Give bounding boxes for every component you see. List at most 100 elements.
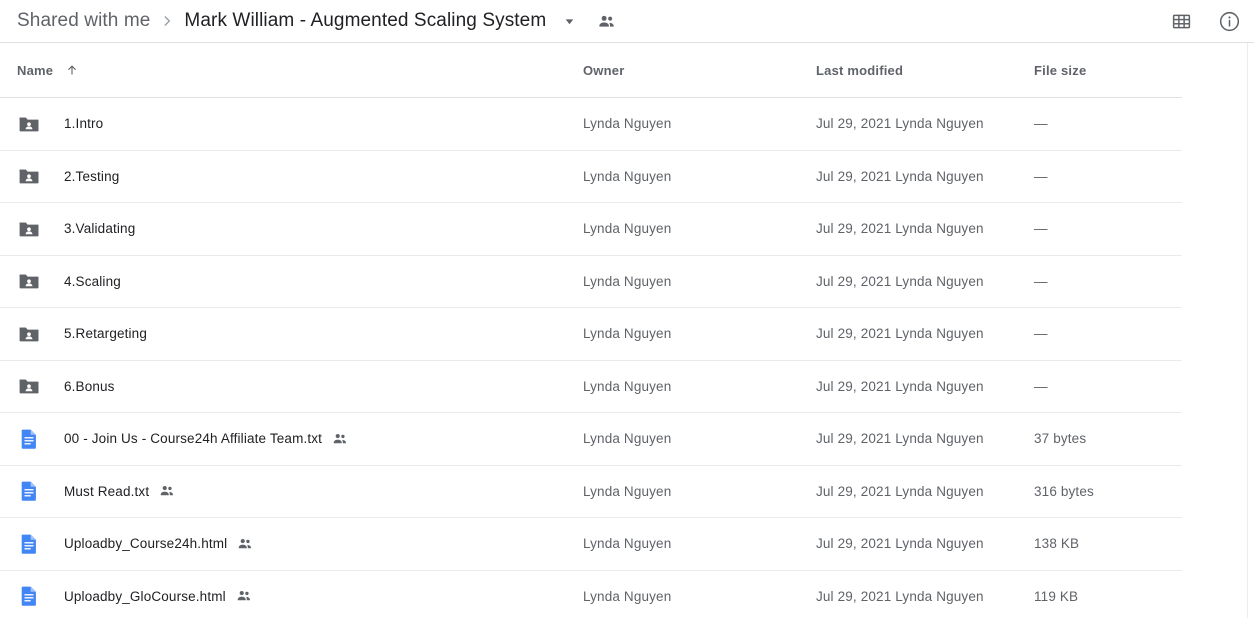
breadcrumb-root[interactable]: Shared with me: [17, 10, 150, 32]
table-row[interactable]: 5.Retargeting Lynda Nguyen Jul 29, 2021 …: [0, 308, 1182, 361]
row-file-size-cell: 119 KB: [1034, 588, 1079, 604]
document-icon: [21, 429, 36, 449]
document-icon: [17, 584, 41, 608]
toolbar-actions: [1168, 0, 1242, 43]
row-owner-cell: Lynda Nguyen: [583, 536, 672, 552]
table-row[interactable]: 3.Validating Lynda Nguyen Jul 29, 2021 L…: [0, 203, 1182, 256]
row-name-cell: 00 - Join Us - Course24h Affiliate Team.…: [0, 427, 583, 451]
people-icon[interactable]: [594, 9, 618, 33]
document-icon: [17, 532, 41, 556]
document-icon: [17, 479, 41, 503]
row-last-modified-cell: Jul 29, 2021 Lynda Nguyen: [816, 116, 1034, 131]
modified-by: Lynda Nguyen: [895, 273, 984, 289]
breadcrumb-current-folder[interactable]: Mark William - Augmented Scaling System: [184, 10, 546, 32]
file-rows: 1.Intro Lynda Nguyen Jul 29, 2021 Lynda …: [0, 98, 1254, 618]
row-file-size-cell: —: [1034, 116, 1048, 132]
row-last-modified-cell: Jul 29, 2021 Lynda Nguyen: [816, 484, 1034, 499]
row-owner-cell: Lynda Nguyen: [583, 168, 672, 184]
table-row[interactable]: 4.Scaling Lynda Nguyen Jul 29, 2021 Lynd…: [0, 256, 1182, 308]
table-row[interactable]: 2.Testing Lynda Nguyen Jul 29, 2021 Lynd…: [0, 151, 1182, 203]
modified-date: Jul 29, 2021: [816, 221, 892, 237]
table-row[interactable]: Must Read.txt Lynda Nguyen Jul 29, 2021 …: [0, 466, 1182, 518]
column-header-owner[interactable]: Owner: [583, 63, 816, 78]
row-name-cell: Uploadby_GloCourse.html: [0, 584, 583, 608]
file-name-label: 6.Bonus: [64, 378, 115, 394]
shared-badge-icon: [159, 483, 175, 499]
shared-folder-icon: [19, 327, 39, 342]
row-file-size-cell: —: [1034, 221, 1048, 237]
table-row[interactable]: 00 - Join Us - Course24h Affiliate Team.…: [0, 413, 1182, 466]
column-header-file-size[interactable]: File size: [1034, 63, 1182, 78]
shared-folder-icon: [19, 379, 39, 394]
row-last-modified-cell: Jul 29, 2021 Lynda Nguyen: [816, 431, 1034, 446]
scroll-gutter[interactable]: [1247, 43, 1254, 618]
row-owner-cell: Lynda Nguyen: [583, 116, 672, 132]
document-icon: [21, 534, 36, 554]
modified-by: Lynda Nguyen: [895, 168, 984, 184]
shared-folder-icon: [19, 274, 39, 289]
file-name-label: 4.Scaling: [64, 273, 121, 289]
file-name-label: Uploadby_GloCourse.html: [64, 588, 226, 604]
row-name-cell: 2.Testing: [0, 164, 583, 188]
row-name-cell: 4.Scaling: [0, 269, 583, 293]
grid-view-icon[interactable]: [1168, 9, 1194, 35]
column-header-last-modified[interactable]: Last modified: [816, 63, 1034, 78]
breadcrumb-bar: Shared with me Mark William - Augmented …: [0, 0, 1254, 43]
chevron-right-icon: [150, 9, 184, 33]
file-name-label: 1.Intro: [64, 116, 104, 132]
modified-date: Jul 29, 2021: [816, 326, 892, 342]
shared-badge-icon: [236, 588, 252, 604]
row-name-cell: 3.Validating: [0, 217, 583, 241]
row-name-cell: 1.Intro: [0, 112, 583, 136]
info-circle-icon[interactable]: [1216, 9, 1242, 35]
row-last-modified-cell: Jul 29, 2021 Lynda Nguyen: [816, 536, 1034, 551]
document-icon: [21, 586, 36, 606]
file-name-label: 3.Validating: [64, 221, 136, 237]
file-name-label: Uploadby_Course24h.html: [64, 536, 228, 552]
shared-folder-icon: [17, 164, 41, 188]
column-header-name-label: Name: [17, 62, 54, 78]
chevron-down-icon[interactable]: [558, 10, 580, 32]
modified-date: Jul 29, 2021: [816, 431, 892, 447]
row-file-size-cell: —: [1034, 326, 1048, 342]
table-row[interactable]: 1.Intro Lynda Nguyen Jul 29, 2021 Lynda …: [0, 98, 1182, 151]
modified-by: Lynda Nguyen: [895, 588, 984, 604]
row-last-modified-cell: Jul 29, 2021 Lynda Nguyen: [816, 589, 1034, 604]
row-file-size-cell: 138 KB: [1034, 536, 1080, 552]
row-last-modified-cell: Jul 29, 2021 Lynda Nguyen: [816, 326, 1034, 341]
file-name-label: 5.Retargeting: [64, 326, 148, 342]
modified-by: Lynda Nguyen: [895, 536, 984, 552]
shared-folder-icon: [17, 374, 41, 398]
modified-date: Jul 29, 2021: [816, 168, 892, 184]
row-name-cell: Must Read.txt: [0, 479, 583, 503]
row-last-modified-cell: Jul 29, 2021 Lynda Nguyen: [816, 274, 1034, 289]
row-owner-cell: Lynda Nguyen: [583, 221, 672, 237]
table-row[interactable]: Uploadby_Course24h.html Lynda Nguyen Jul…: [0, 518, 1182, 571]
table-row[interactable]: 6.Bonus Lynda Nguyen Jul 29, 2021 Lynda …: [0, 361, 1182, 413]
row-name-cell: Uploadby_Course24h.html: [0, 532, 583, 556]
column-header-row: Name Owner Last modified File size: [0, 43, 1182, 98]
row-owner-cell: Lynda Nguyen: [583, 588, 672, 604]
modified-by: Lynda Nguyen: [895, 483, 984, 499]
row-owner-cell: Lynda Nguyen: [583, 273, 672, 289]
modified-by: Lynda Nguyen: [895, 221, 984, 237]
shared-folder-icon: [19, 222, 39, 237]
row-owner-cell: Lynda Nguyen: [583, 378, 672, 394]
shared-badge-icon: [333, 433, 347, 444]
column-header-name[interactable]: Name: [0, 63, 583, 78]
modified-by: Lynda Nguyen: [895, 116, 984, 132]
row-owner-cell: Lynda Nguyen: [583, 326, 672, 342]
row-owner-cell: Lynda Nguyen: [583, 483, 672, 499]
modified-date: Jul 29, 2021: [816, 483, 892, 499]
modified-date: Jul 29, 2021: [816, 273, 892, 289]
row-file-size-cell: —: [1034, 273, 1048, 289]
row-last-modified-cell: Jul 29, 2021 Lynda Nguyen: [816, 169, 1034, 184]
table-row[interactable]: Uploadby_GloCourse.html Lynda Nguyen Jul…: [0, 571, 1182, 618]
modified-by: Lynda Nguyen: [895, 431, 984, 447]
modified-by: Lynda Nguyen: [895, 326, 984, 342]
row-name-cell: 6.Bonus: [0, 374, 583, 398]
row-file-size-cell: 316 bytes: [1034, 483, 1094, 499]
file-name-label: 00 - Join Us - Course24h Affiliate Team.…: [64, 431, 323, 447]
file-name-label: 2.Testing: [64, 168, 120, 184]
shared-badge-icon: [239, 538, 252, 549]
